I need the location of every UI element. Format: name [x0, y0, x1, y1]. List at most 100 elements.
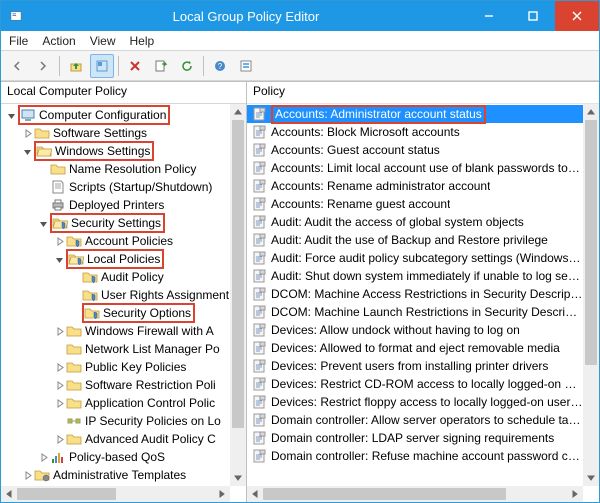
policy-row[interactable]: Accounts: Guest account status: [247, 141, 583, 159]
tree-label: Account Policies: [85, 234, 173, 248]
minimize-button[interactable]: [467, 1, 511, 31]
help-button[interactable]: ?: [208, 54, 232, 78]
expand-closed-icon[interactable]: [21, 469, 33, 481]
expand-open-icon[interactable]: [5, 109, 17, 121]
refresh-button[interactable]: [175, 54, 199, 78]
policy-row[interactable]: Audit: Audit the access of global system…: [247, 213, 583, 231]
menu-view[interactable]: View: [90, 34, 116, 48]
tree-item-n_win[interactable]: Windows Settings: [3, 142, 246, 160]
window-title: Local Group Policy Editor: [25, 9, 467, 24]
expand-none: [37, 163, 49, 175]
scroll-thumb[interactable]: [263, 488, 506, 500]
policy-row[interactable]: DCOM: Machine Access Restrictions in Sec…: [247, 285, 583, 303]
expand-closed-icon[interactable]: [53, 235, 65, 247]
filter-button[interactable]: [234, 54, 258, 78]
policy-row[interactable]: Accounts: Administrator account status: [247, 105, 583, 123]
policy-row[interactable]: Accounts: Rename guest account: [247, 195, 583, 213]
tree-item-n_adm[interactable]: 6 16">Administrative Templates: [3, 466, 246, 484]
policy-row[interactable]: Domain controller: Allow server operator…: [247, 411, 583, 429]
tree-item-n_scr[interactable]: Scripts (Startup/Shutdown): [3, 178, 246, 196]
menu-help[interactable]: Help: [130, 34, 155, 48]
tree-item-n_pkp[interactable]: Public Key Policies: [3, 358, 246, 376]
expand-closed-icon[interactable]: [53, 361, 65, 373]
tree-item-n_sec[interactable]: Security Settings: [3, 214, 246, 232]
expand-none: [69, 289, 81, 301]
scroll-left-icon[interactable]: [1, 486, 17, 502]
scroll-down-icon[interactable]: [583, 470, 599, 486]
tree-item-n_nrp[interactable]: Name Resolution Policy: [3, 160, 246, 178]
expand-closed-icon[interactable]: [37, 451, 49, 463]
tree-header[interactable]: Local Computer Policy: [1, 82, 246, 104]
tree-item-n_nlm[interactable]: Network List Manager Po: [3, 340, 246, 358]
scroll-down-icon[interactable]: [230, 470, 246, 486]
scroll-left-icon[interactable]: [247, 486, 263, 502]
expand-open-icon[interactable]: [53, 253, 65, 265]
folder-icon: [66, 413, 82, 429]
list-scroll-h[interactable]: [247, 486, 583, 502]
policy-label: Accounts: Rename administrator account: [271, 179, 490, 193]
folder-icon: [66, 233, 82, 249]
tree-item-n_audit[interactable]: Audit Policy: [3, 268, 246, 286]
expand-closed-icon[interactable]: [53, 397, 65, 409]
scroll-right-icon[interactable]: [567, 486, 583, 502]
policy-row[interactable]: Audit: Audit the use of Backup and Resto…: [247, 231, 583, 249]
tree-item-n_srp[interactable]: Software Restriction Poli: [3, 376, 246, 394]
close-button[interactable]: [555, 1, 599, 31]
expand-open-icon[interactable]: [21, 145, 33, 157]
policy-row[interactable]: Devices: Allow undock without having to …: [247, 321, 583, 339]
tree-scroll-v[interactable]: [230, 104, 246, 486]
policy-row[interactable]: Domain controller: LDAP server signing r…: [247, 429, 583, 447]
policy-row[interactable]: DCOM: Machine Launch Restrictions in Sec…: [247, 303, 583, 321]
expand-open-icon[interactable]: [37, 217, 49, 229]
delete-button[interactable]: [123, 54, 147, 78]
properties-button[interactable]: [90, 54, 114, 78]
policy-row[interactable]: Devices: Restrict CD-ROM access to local…: [247, 375, 583, 393]
policy-row[interactable]: Domain controller: Refuse machine accoun…: [247, 447, 583, 465]
expand-closed-icon[interactable]: [53, 433, 65, 445]
toolbar: ?: [1, 51, 599, 81]
tree-item-n_wfw[interactable]: Windows Firewall with A: [3, 322, 246, 340]
policy-row[interactable]: Accounts: Block Microsoft accounts: [247, 123, 583, 141]
scroll-up-icon[interactable]: [230, 104, 246, 120]
folder-icon: [50, 449, 66, 465]
policy-row[interactable]: Devices: Allowed to format and eject rem…: [247, 339, 583, 357]
policy-row[interactable]: Devices: Prevent users from installing p…: [247, 357, 583, 375]
scroll-right-icon[interactable]: [214, 486, 230, 502]
export-button[interactable]: [149, 54, 173, 78]
tree-item-root[interactable]: Computer Configuration: [3, 106, 246, 124]
policy-row[interactable]: Audit: Shut down system immediately if u…: [247, 267, 583, 285]
tree-item-n_loc[interactable]: Local Policies: [3, 250, 246, 268]
tree-label: Security Options: [103, 306, 191, 320]
tree-item-n_aap[interactable]: Advanced Audit Policy C: [3, 430, 246, 448]
tree-item-n_acct[interactable]: Account Policies: [3, 232, 246, 250]
maximize-button[interactable]: [511, 1, 555, 31]
tree-item-n_secopt[interactable]: Security Options: [3, 304, 246, 322]
list-header[interactable]: Policy: [247, 82, 599, 104]
list-scroll-v[interactable]: [583, 104, 599, 486]
scroll-up-icon[interactable]: [583, 104, 599, 120]
scroll-thumb[interactable]: [232, 120, 244, 428]
policy-row[interactable]: Accounts: Rename administrator account: [247, 177, 583, 195]
nav-fwd-button[interactable]: [31, 54, 55, 78]
nav-back-button[interactable]: [5, 54, 29, 78]
tree-item-n_acp[interactable]: Application Control Polic: [3, 394, 246, 412]
policy-row[interactable]: Audit: Force audit policy subcategory se…: [247, 249, 583, 267]
tree-scroll-h[interactable]: [1, 486, 230, 502]
tree-item-n_dep[interactable]: Deployed Printers: [3, 196, 246, 214]
expand-closed-icon[interactable]: [53, 325, 65, 337]
policy-label: Devices: Restrict floppy access to local…: [271, 395, 583, 409]
scroll-thumb[interactable]: [17, 488, 116, 500]
up-folder-button[interactable]: [64, 54, 88, 78]
scroll-thumb[interactable]: [585, 120, 597, 365]
tree-item-n_ips[interactable]: IP Security Policies on Lo: [3, 412, 246, 430]
policy-row[interactable]: Accounts: Limit local account use of bla…: [247, 159, 583, 177]
menu-action[interactable]: Action: [42, 34, 75, 48]
tree-item-n_soft[interactable]: Software Settings: [3, 124, 246, 142]
tree-item-n_pbq[interactable]: Policy-based QoS: [3, 448, 246, 466]
policy-row[interactable]: Devices: Restrict floppy access to local…: [247, 393, 583, 411]
expand-closed-icon[interactable]: [53, 379, 65, 391]
menu-file[interactable]: File: [9, 34, 28, 48]
tree-item-n_ura[interactable]: User Rights Assignment: [3, 286, 246, 304]
policy-label: Audit: Force audit policy subcategory se…: [271, 251, 583, 265]
expand-closed-icon[interactable]: [21, 127, 33, 139]
